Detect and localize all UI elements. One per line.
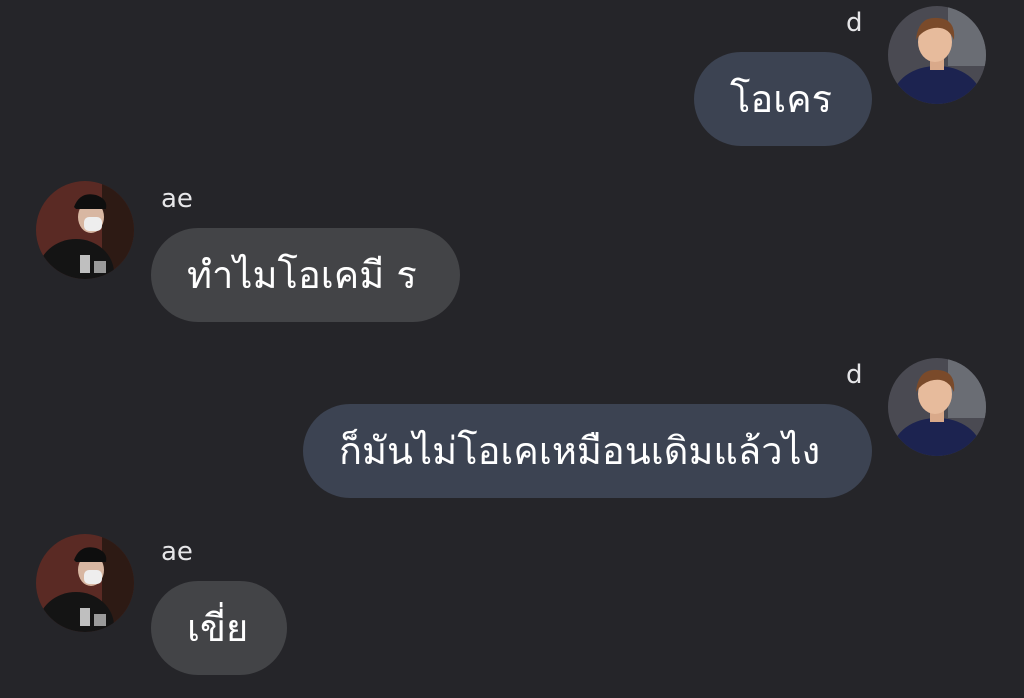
sender-name: ae [161,537,193,567]
chat-thread: d โอเคร ae ทำไมโอเคมี ร d ก็มันไม่โอเคเห… [0,0,1024,698]
message-bubble[interactable]: ก็มันไม่โอเคเหมือนเดิมแล้วไง [303,404,872,498]
message-bubble[interactable]: โอเคร [694,52,872,146]
sender-name: d [846,360,863,390]
sender-name: d [846,8,863,38]
avatar-d-icon[interactable] [888,358,986,456]
message-bubble[interactable]: เขี่ย [151,581,287,675]
avatar-d-icon[interactable] [888,6,986,104]
sender-name: ae [161,184,193,214]
message-bubble[interactable]: ทำไมโอเคมี ร [151,228,460,322]
avatar-ae-icon[interactable] [36,181,134,279]
avatar-ae-icon[interactable] [36,534,134,632]
